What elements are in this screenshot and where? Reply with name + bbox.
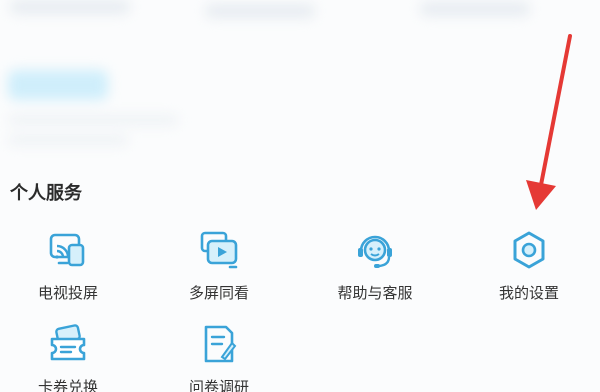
blurred-accent-block [8, 70, 108, 100]
service-coupon[interactable]: 卡券兑换 [0, 320, 138, 392]
blurred-line [8, 115, 178, 125]
service-help[interactable]: 帮助与客服 [305, 226, 445, 316]
service-label: 多屏同看 [188, 284, 249, 302]
tv-cast-icon [44, 226, 92, 274]
customer-service-icon [351, 226, 399, 274]
section-title: 个人服务 [10, 183, 82, 204]
settings-icon [505, 226, 553, 274]
blurred-tab [420, 2, 530, 16]
service-label: 帮助与客服 [337, 284, 413, 302]
survey-icon [195, 320, 243, 368]
blurred-tab [205, 4, 315, 18]
service-label: 电视投屏 [37, 284, 98, 302]
screen: 个人服务 电视投屏 多屏同看 帮助与客服 我的设置 卡券兑换 问卷调研 [0, 0, 600, 392]
service-label: 我的设置 [498, 284, 559, 302]
blurred-line [8, 135, 128, 145]
service-survey[interactable]: 问卷调研 [149, 320, 289, 392]
service-label: 卡券兑换 [37, 378, 98, 392]
multi-screen-icon [195, 226, 243, 274]
annotation-arrow-icon [526, 34, 572, 210]
blurred-header-area [0, 0, 600, 165]
service-settings[interactable]: 我的设置 [459, 226, 599, 316]
service-label: 问卷调研 [188, 378, 249, 392]
service-multi-screen[interactable]: 多屏同看 [149, 226, 289, 316]
service-tv-cast[interactable]: 电视投屏 [0, 226, 138, 316]
coupon-icon [44, 320, 92, 368]
blurred-tab [10, 0, 130, 14]
